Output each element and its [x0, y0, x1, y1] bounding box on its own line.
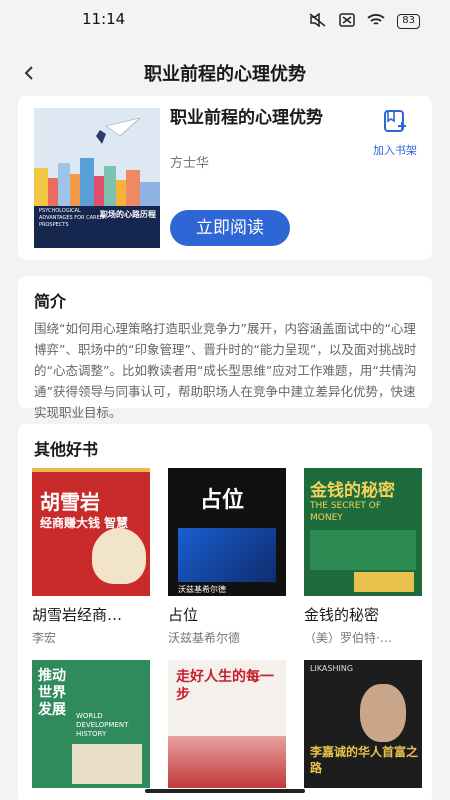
- cover-subtitle: WORLD DEVELOPMENT HISTORY: [76, 712, 129, 738]
- book-author: 李宏: [32, 631, 57, 645]
- book-cover: 占位 沃兹基希尔德: [168, 468, 286, 596]
- home-indicator: [145, 789, 305, 793]
- other-books-card: 其他好书 胡雪岩 经商赚大钱 智慧 胡雪岩经商… 李宏 占位 沃兹基希尔德 占位…: [18, 424, 432, 800]
- book-title: 占位: [168, 606, 199, 624]
- book-item[interactable]: 金钱的秘密 THE SECRET OF MONEY 金钱的秘密 （美）罗伯特·…: [304, 468, 422, 646]
- cover-subtitle: 沃兹基希尔德: [178, 585, 226, 594]
- wifi-icon: [367, 12, 385, 31]
- book-cover: 金钱的秘密 THE SECRET OF MONEY: [304, 468, 422, 596]
- status-icons: 83: [309, 12, 420, 31]
- book-cover: PSYCHOLOGICAL ADVANTAGES FOR CAREER PROS…: [34, 108, 160, 248]
- read-now-button[interactable]: 立即阅读: [170, 210, 290, 246]
- cover-title: 占位: [200, 488, 245, 513]
- page-title: 职业前程的心理优势: [144, 64, 306, 85]
- book-item[interactable]: 占位 沃兹基希尔德 占位 沃兹基希尔德: [168, 468, 286, 646]
- cover-title: 推动世界发展: [38, 668, 66, 718]
- cover-subtitle: LIKASHING: [310, 664, 354, 673]
- book-cover: 胡雪岩 经商赚大钱 智慧: [32, 468, 150, 596]
- cover-title-en: PSYCHOLOGICAL ADVANTAGES FOR CAREER PROS…: [39, 208, 107, 228]
- book-title: 胡雪岩经商…: [32, 606, 123, 624]
- book-author: 沃兹基希尔德: [168, 631, 241, 645]
- notification-icon: [339, 12, 356, 31]
- book-item[interactable]: LIKASHING 李嘉诚的华人首富之路: [304, 660, 422, 788]
- cover-title: 走好人生的每一步: [176, 669, 274, 703]
- add-to-shelf-button[interactable]: 加入书架: [370, 108, 420, 158]
- book-add-icon: [384, 110, 406, 132]
- book-cover: 走好人生的每一步: [168, 660, 286, 788]
- mute-icon: [309, 12, 327, 31]
- other-books-heading: 其他好书: [34, 440, 99, 459]
- book-title: 金钱的秘密: [304, 606, 380, 624]
- intro-heading: 简介: [34, 292, 67, 311]
- cover-title: 胡雪岩: [40, 490, 100, 514]
- book-author: （美）罗伯特·…: [304, 631, 392, 645]
- intro-text: 围绕“如何用心理策略打造职业竞争力”展开，内容涵盖面试中的“心理博弈”、职场中的…: [34, 321, 417, 420]
- battery-indicator: 83: [397, 14, 420, 29]
- cover-title: 金钱的秘密: [310, 481, 395, 501]
- book-card: PSYCHOLOGICAL ADVANTAGES FOR CAREER PROS…: [18, 96, 432, 260]
- book-item[interactable]: 推动世界发展 WORLD DEVELOPMENT HISTORY: [32, 660, 150, 788]
- cover-title-cn: 职场的心路历程: [100, 210, 156, 219]
- add-to-shelf-label: 加入书架: [373, 144, 417, 157]
- book-title: 职业前程的心理优势: [170, 108, 323, 128]
- status-bar: 11:14 83: [0, 0, 450, 40]
- book-author: 方士华: [170, 156, 210, 171]
- book-cover: LIKASHING 李嘉诚的华人首富之路: [304, 660, 422, 788]
- cover-title: 李嘉诚的华人首富之路: [310, 745, 419, 775]
- intro-card: 简介 围绕“如何用心理策略打造职业竞争力”展开，内容涵盖面试中的“心理博弈”、职…: [18, 276, 432, 420]
- book-cover: 推动世界发展 WORLD DEVELOPMENT HISTORY: [32, 660, 150, 788]
- status-time: 11:14: [82, 10, 126, 28]
- book-item[interactable]: 走好人生的每一步: [168, 660, 286, 788]
- book-item[interactable]: 胡雪岩 经商赚大钱 智慧 胡雪岩经商… 李宏: [32, 468, 150, 646]
- cover-subtitle: THE SECRET OF MONEY: [310, 501, 382, 523]
- nav-bar: 职业前程的心理优势: [0, 52, 450, 92]
